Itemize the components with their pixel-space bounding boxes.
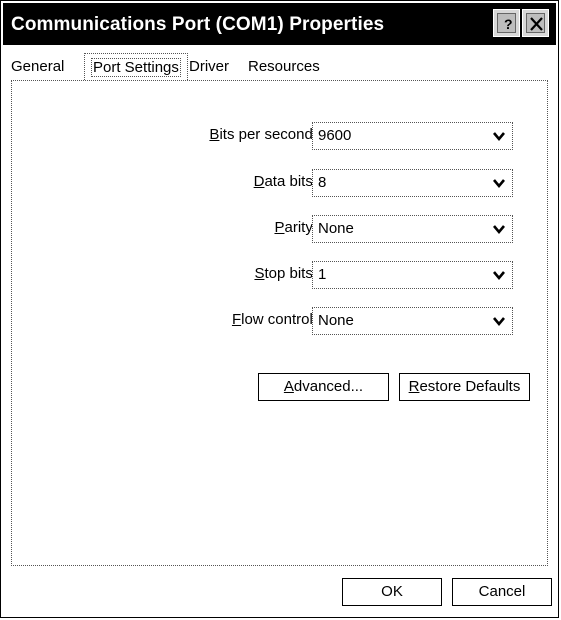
window-title: Communications Port (COM1) Properties	[11, 14, 385, 35]
help-button[interactable]: ?	[493, 9, 520, 37]
bits-per-second-select[interactable]: 9600	[312, 122, 513, 150]
chevron-down-icon	[493, 271, 505, 281]
flow-control-value: None	[318, 312, 354, 329]
tab-resources[interactable]: Resources	[248, 58, 320, 75]
data-bits-row: Data bits: 8	[12, 169, 549, 197]
chevron-down-icon	[493, 132, 505, 142]
tab-port-settings[interactable]: Port Settings	[84, 53, 188, 80]
parity-value: None	[318, 220, 354, 237]
chevron-down-icon	[493, 225, 505, 235]
chevron-down-icon	[493, 317, 505, 327]
flow-control-label: Flow control:	[231, 311, 317, 328]
title-bar[interactable]: Communications Port (COM1) Properties ?	[3, 3, 556, 45]
help-icon: ?	[497, 13, 516, 33]
ok-button[interactable]: OK	[342, 578, 442, 606]
cancel-button[interactable]: Cancel	[452, 578, 552, 606]
data-bits-select[interactable]: 8	[312, 169, 513, 197]
close-button[interactable]	[522, 9, 549, 37]
parity-row: Parity: None	[12, 215, 549, 243]
data-bits-value: 8	[318, 174, 327, 191]
tab-general[interactable]: General	[11, 58, 64, 75]
tab-driver[interactable]: Driver	[189, 58, 229, 75]
parity-select[interactable]: None	[312, 215, 513, 243]
chevron-down-icon	[493, 179, 505, 189]
restore-defaults-button[interactable]: Restore Defaults	[399, 373, 530, 401]
stop-bits-select[interactable]: 1	[312, 261, 513, 289]
bits-per-second-row: Bits per second: 9600	[12, 122, 549, 150]
stop-bits-row: Stop bits: 1	[12, 261, 549, 289]
data-bits-label: Data bits:	[253, 173, 317, 190]
tab-strip: General Port Settings Driver Resources	[1, 53, 560, 81]
stop-bits-label: Stop bits:	[254, 265, 317, 282]
stop-bits-value: 1	[318, 266, 327, 283]
advanced-button[interactable]: Advanced...	[258, 373, 389, 401]
close-icon	[526, 13, 545, 33]
flow-control-select[interactable]: None	[312, 307, 513, 335]
flow-control-row: Flow control: None	[12, 307, 549, 335]
properties-dialog: Communications Port (COM1) Properties ? …	[0, 0, 559, 618]
svg-text:?: ?	[504, 16, 513, 32]
tab-port-settings-label: Port Settings	[91, 58, 181, 77]
parity-label: Parity:	[274, 219, 317, 236]
bits-per-second-label: Bits per second:	[209, 126, 317, 143]
bits-per-second-value: 9600	[318, 127, 352, 144]
port-settings-panel: Bits per second: 9600 Data bits: 8 Parit…	[11, 80, 548, 566]
